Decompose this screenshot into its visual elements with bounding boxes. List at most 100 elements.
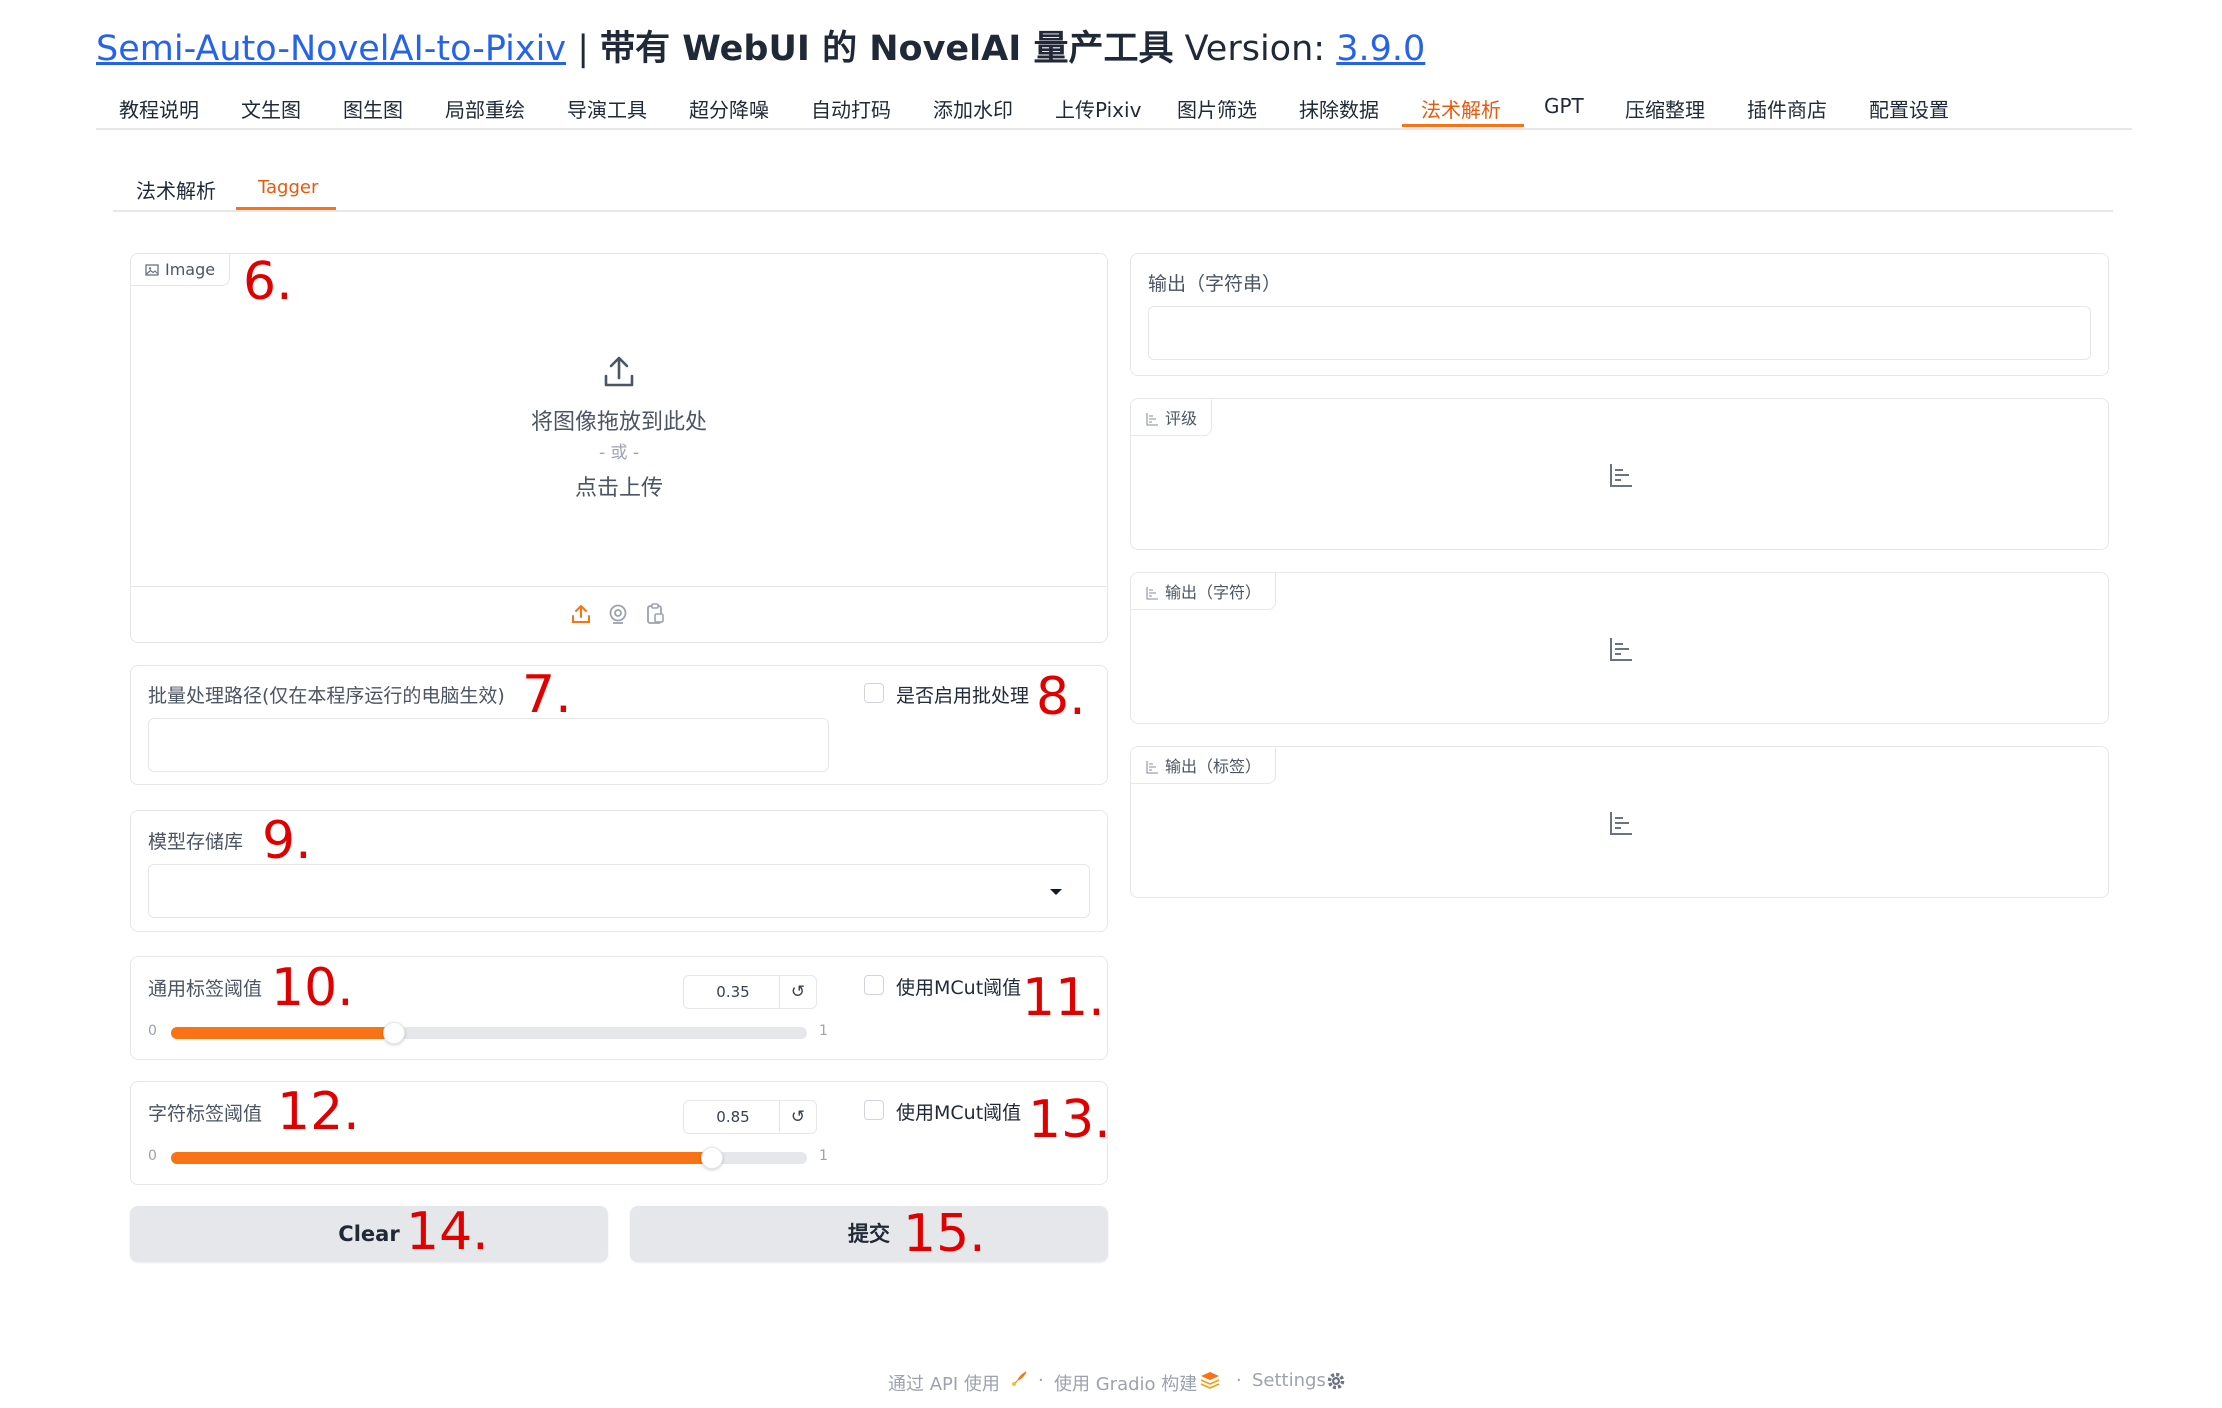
sub-tab-bar: 法术解析 Tagger: [113, 170, 2113, 212]
active-tab-indicator: [1402, 124, 1524, 127]
tab-inpaint[interactable]: 局部重绘: [445, 94, 525, 123]
annotation-10: 10.: [271, 958, 354, 1018]
version-link[interactable]: 3.9.0: [1336, 29, 1425, 69]
reset-icon[interactable]: ↺: [779, 976, 816, 1008]
character-threshold-number[interactable]: 0.85 ↺: [683, 1100, 817, 1134]
tab-image-filter[interactable]: 图片筛选: [1177, 94, 1257, 123]
gear-icon[interactable]: [1326, 1371, 1346, 1391]
tab-txt2img[interactable]: 文生图: [241, 94, 301, 123]
clear-button[interactable]: Clear: [130, 1206, 608, 1262]
character-threshold-max: 1: [819, 1148, 828, 1164]
footer-api-link[interactable]: 通过 API 使用: [888, 1370, 1000, 1396]
drop-text: 将图像拖放到此处: [530, 410, 707, 435]
subtab-spell-parse[interactable]: 法术解析: [136, 175, 216, 204]
rating-label: 评级: [1165, 409, 1198, 428]
annotation-15: 15.: [903, 1204, 986, 1264]
active-subtab-indicator: [236, 207, 336, 210]
footer-dot-2: ·: [1236, 1370, 1242, 1391]
tab-gpt[interactable]: GPT: [1544, 94, 1584, 118]
character-output-label-chip: 输出（字符）: [1131, 573, 1277, 610]
upload-source-divider: [131, 586, 1107, 587]
output-string-label: 输出（字符串）: [1148, 273, 1282, 295]
tab-plugin-store[interactable]: 插件商店: [1747, 94, 1827, 123]
batch-path-label: 批量处理路径(仅在本程序运行的电脑生效): [148, 685, 505, 707]
general-threshold-number[interactable]: 0.35 ↺: [683, 975, 817, 1009]
reset-icon[interactable]: ↺: [779, 1101, 816, 1133]
character-threshold-min: 0: [148, 1148, 157, 1164]
character-threshold-thumb[interactable]: [701, 1147, 723, 1169]
general-threshold-value: 0.35: [716, 983, 750, 1001]
rating-panel: 评级: [1130, 398, 2109, 550]
version-label: Version:: [1173, 29, 1337, 69]
rocket-icon: [1012, 1371, 1027, 1386]
general-mcut-checkbox[interactable]: [864, 975, 884, 995]
tab-upscale[interactable]: 超分降噪: [689, 94, 769, 123]
character-output-label: 输出（字符）: [1165, 583, 1262, 602]
character-threshold-fill: [171, 1152, 712, 1164]
character-threshold-label: 字符标签阈值: [148, 1103, 263, 1125]
tags-output-label: 输出（标签）: [1165, 757, 1262, 776]
batch-panel: 批量处理路径(仅在本程序运行的电脑生效) 是否启用批处理: [130, 665, 1108, 785]
tab-img2img[interactable]: 图生图: [343, 94, 403, 123]
batch-path-input[interactable]: [148, 718, 829, 772]
character-output-panel: 输出（字符）: [1130, 572, 2109, 724]
output-string-panel: 输出（字符串）: [1130, 253, 2109, 376]
submit-button[interactable]: 提交: [630, 1206, 1108, 1262]
enable-batch-label: 是否启用批处理: [896, 685, 1030, 707]
webcam-icon[interactable]: [606, 602, 630, 626]
general-threshold-slider[interactable]: [171, 1022, 807, 1044]
footer-settings-link[interactable]: Settings: [1252, 1370, 1326, 1391]
general-mcut-label: 使用MCut阈值: [896, 977, 1022, 999]
annotation-11: 11.: [1022, 968, 1105, 1028]
footer-gradio-link[interactable]: 使用 Gradio 构建: [1054, 1370, 1197, 1396]
app-subtitle: 带有 WebUI 的 NovelAI 量产工具: [600, 29, 1174, 69]
tab-erase-data[interactable]: 抹除数据: [1299, 94, 1379, 123]
annotation-8: 8.: [1036, 667, 1086, 727]
tab-spell-parse[interactable]: 法术解析: [1421, 94, 1501, 123]
image-icon: [145, 264, 159, 276]
annotation-6: 6.: [243, 252, 293, 312]
bar-chart-icon: [1146, 413, 1158, 426]
general-threshold-fill: [171, 1027, 394, 1039]
gradio-logo-icon: [1200, 1372, 1220, 1389]
footer-dot-1: ·: [1038, 1370, 1044, 1391]
image-label: Image: [165, 260, 216, 279]
main-tab-bar: 教程说明 文生图 图生图 局部重绘 导演工具 超分降噪 自动打码 添加水印 上传…: [96, 86, 2132, 130]
output-string-field[interactable]: [1148, 306, 2091, 360]
enable-batch-checkbox[interactable]: [864, 683, 884, 703]
upload-icon: [604, 356, 634, 387]
app-link[interactable]: Semi-Auto-NovelAI-to-Pixiv: [96, 29, 566, 69]
subtab-tagger[interactable]: Tagger: [258, 177, 318, 198]
general-threshold-thumb[interactable]: [383, 1022, 405, 1044]
character-mcut-label: 使用MCut阈值: [896, 1102, 1022, 1124]
annotation-14: 14.: [406, 1202, 489, 1262]
bar-chart-icon: [1146, 761, 1158, 774]
model-repo-label: 模型存储库: [148, 831, 244, 853]
upload-source-icon[interactable]: [569, 602, 593, 626]
general-threshold-label: 通用标签阈值: [148, 978, 263, 1000]
annotation-7: 7.: [522, 665, 572, 725]
tab-director-tools[interactable]: 导演工具: [567, 94, 647, 123]
clipboard-icon[interactable]: [643, 602, 667, 626]
character-mcut-checkbox[interactable]: [864, 1100, 884, 1120]
tab-tutorial[interactable]: 教程说明: [119, 94, 199, 123]
click-to-upload-text: 点击上传: [574, 476, 663, 501]
bar-chart-icon: [1610, 464, 1632, 487]
bar-chart-icon: [1610, 638, 1632, 661]
bar-chart-icon: [1146, 587, 1158, 600]
model-repo-select[interactable]: [148, 864, 1090, 918]
tab-upload-pixiv[interactable]: 上传Pixiv: [1055, 94, 1141, 123]
tab-compress[interactable]: 压缩整理: [1625, 94, 1705, 123]
tags-output-panel: 输出（标签）: [1130, 746, 2109, 898]
character-threshold-slider[interactable]: [171, 1147, 807, 1169]
image-label-chip: Image: [131, 254, 231, 286]
page-title: Semi-Auto-NovelAI-to-Pixiv | 带有 WebUI 的 …: [96, 20, 1425, 71]
annotation-12: 12.: [277, 1082, 360, 1142]
annotation-9: 9.: [262, 811, 312, 871]
chevron-down-icon: [1050, 889, 1062, 895]
title-separator: |: [566, 29, 601, 69]
annotation-13: 13.: [1028, 1090, 1111, 1150]
tab-settings[interactable]: 配置设置: [1869, 94, 1949, 123]
tab-watermark[interactable]: 添加水印: [933, 94, 1013, 123]
tab-auto-mosaic[interactable]: 自动打码: [811, 94, 891, 123]
